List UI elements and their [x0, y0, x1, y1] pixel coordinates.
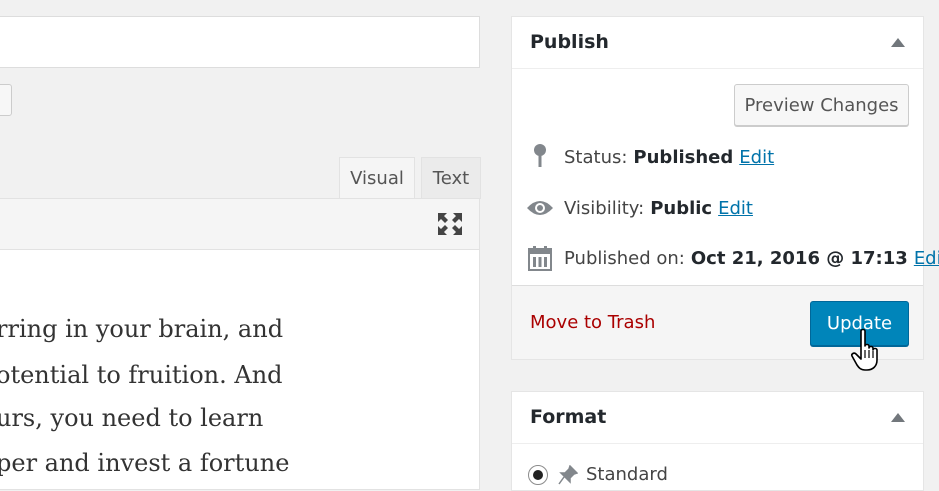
editor-text-line: otential to fruition. And	[0, 361, 283, 389]
status-label: Status:	[564, 146, 628, 168]
status-row: Status: Published Edit	[526, 143, 774, 171]
format-box-header[interactable]: Format	[512, 392, 923, 444]
tab-text[interactable]: Text	[421, 157, 481, 199]
collapse-arrow-icon[interactable]	[891, 413, 905, 422]
published-on-row: Published on: Oct 21, 2016 @ 17:13 Edit	[526, 244, 939, 272]
format-radio[interactable]	[528, 464, 548, 485]
visibility-label: Visibility:	[564, 197, 645, 219]
editor-text-line: per and invest a fortune	[0, 449, 290, 477]
publish-box-title: Publish	[530, 31, 609, 53]
fullscreen-icon[interactable]	[436, 211, 464, 237]
format-option-label: Standard	[586, 464, 668, 485]
calendar-icon	[526, 244, 554, 272]
editor-text-line: rring in your brain, and	[0, 315, 284, 343]
published-on-label: Published on:	[564, 247, 685, 269]
status-edit-link[interactable]: Edit	[739, 147, 774, 168]
editor-toolbar	[0, 198, 480, 250]
pin-icon	[526, 143, 554, 171]
format-option-standard[interactable]: Standard	[528, 464, 668, 485]
post-title-input[interactable]	[0, 16, 480, 68]
format-box: Format Standard	[511, 391, 924, 491]
collapse-arrow-icon[interactable]	[891, 38, 905, 47]
published-on-edit-link[interactable]: Edit	[914, 248, 939, 269]
visibility-row: Visibility: Public Edit	[526, 194, 753, 222]
status-value: Published	[633, 146, 734, 168]
thumbtack-icon	[558, 464, 578, 485]
move-to-trash-link[interactable]: Move to Trash	[530, 312, 655, 333]
format-box-title: Format	[530, 406, 607, 428]
pointer-cursor-icon	[851, 328, 878, 371]
publish-box: Publish Preview Changes Status: Publishe…	[511, 16, 939, 360]
preview-changes-button[interactable]: Preview Changes	[734, 84, 909, 126]
tab-visual[interactable]: Visual	[339, 157, 415, 199]
publish-box-header[interactable]: Publish	[512, 17, 923, 69]
published-on-value: Oct 21, 2016 @ 17:13	[690, 247, 908, 269]
visibility-edit-link[interactable]: Edit	[718, 198, 753, 219]
eye-icon	[526, 194, 554, 222]
visibility-value: Public	[650, 197, 713, 219]
permalink-edit-button[interactable]	[0, 84, 12, 116]
editor-text-line: urs, you need to learn	[0, 404, 264, 432]
